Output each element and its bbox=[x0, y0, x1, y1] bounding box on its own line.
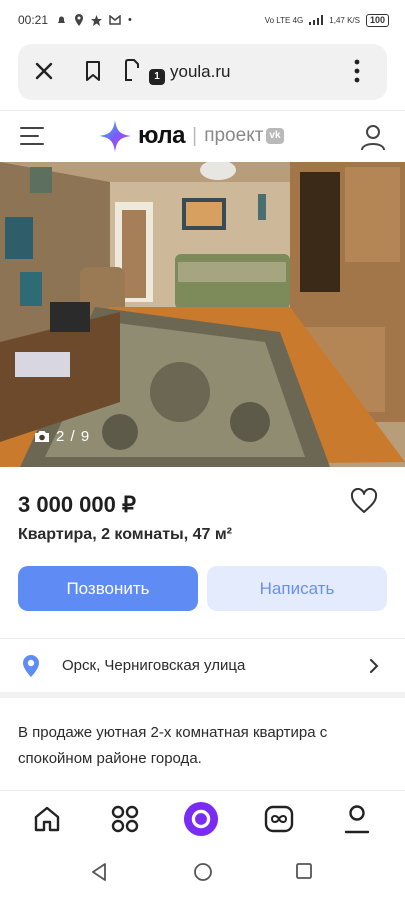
recents-icon[interactable] bbox=[295, 862, 313, 885]
status-right: Vo LTE 4G 1,47 K/S 100 bbox=[264, 13, 389, 27]
tabs-icon[interactable] bbox=[122, 58, 150, 84]
dot-icon: • bbox=[128, 14, 132, 26]
deals-icon[interactable] bbox=[261, 801, 297, 837]
home-circle-icon[interactable] bbox=[193, 862, 213, 887]
write-button[interactable]: Написать bbox=[207, 566, 387, 611]
status-bar: 00:21 • Vo LTE 4G 1,47 K/S 100 bbox=[0, 0, 405, 40]
home-icon[interactable] bbox=[29, 801, 65, 837]
brand-name: юла bbox=[138, 122, 186, 149]
location-row[interactable]: Орск, Черниговская улица bbox=[0, 638, 405, 692]
profile-icon[interactable] bbox=[339, 801, 375, 837]
listing-title: Квартира, 2 комнаты, 47 м² bbox=[18, 526, 232, 543]
photo-counter-text: 2 / 9 bbox=[56, 428, 91, 445]
location-pin-icon bbox=[75, 14, 84, 26]
status-time: 00:21 bbox=[18, 13, 49, 27]
close-icon[interactable] bbox=[34, 61, 54, 81]
app-tab-bar bbox=[0, 790, 405, 848]
back-icon[interactable] bbox=[90, 862, 108, 887]
user-icon[interactable] bbox=[360, 123, 386, 156]
vk-badge: vk bbox=[266, 128, 284, 144]
logo-separator: | bbox=[192, 124, 198, 147]
price: 3 000 000 ₽ bbox=[18, 492, 136, 517]
description: В продаже уютная 2-х комнатная квартира … bbox=[18, 724, 328, 767]
listing-photo[interactable]: 2 / 9 bbox=[0, 162, 405, 467]
bookmark-icon[interactable] bbox=[84, 60, 102, 82]
chevron-right-icon bbox=[369, 659, 379, 678]
room-image bbox=[0, 162, 405, 467]
bell-off-icon bbox=[58, 16, 66, 23]
signal-icon bbox=[309, 15, 324, 25]
catalog-icon[interactable] bbox=[107, 801, 143, 837]
site-header: юла | проект vk bbox=[0, 110, 405, 162]
call-button[interactable]: Позвонить bbox=[18, 566, 198, 611]
more-vert-icon[interactable] bbox=[354, 59, 360, 83]
system-nav-bar bbox=[0, 848, 405, 899]
net-speed: 1,47 K/S bbox=[329, 15, 360, 25]
photo-counter: 2 / 9 bbox=[34, 428, 90, 445]
youla-star-icon bbox=[99, 120, 131, 152]
tab-count-badge[interactable]: 1 bbox=[149, 69, 165, 85]
location-pin-icon bbox=[22, 654, 40, 683]
heart-icon[interactable] bbox=[350, 487, 378, 519]
network-label: Vo LTE 4G bbox=[264, 15, 304, 25]
notification-icons: • bbox=[56, 14, 132, 26]
url-text[interactable]: youla.ru bbox=[170, 62, 230, 82]
menu-icon[interactable] bbox=[20, 126, 44, 151]
camera-icon bbox=[35, 431, 49, 442]
star-icon bbox=[91, 14, 103, 26]
alice-icon[interactable] bbox=[183, 801, 219, 837]
section-divider bbox=[0, 692, 405, 698]
battery-icon: 100 bbox=[365, 13, 389, 27]
youla-logo[interactable]: юла | проект vk bbox=[98, 119, 284, 153]
location-text: Орск, Черниговская улица bbox=[62, 657, 246, 674]
project-text: проект bbox=[204, 125, 264, 146]
gmail-icon bbox=[109, 15, 121, 25]
browser-url-bar[interactable]: 1 youla.ru bbox=[18, 44, 387, 100]
